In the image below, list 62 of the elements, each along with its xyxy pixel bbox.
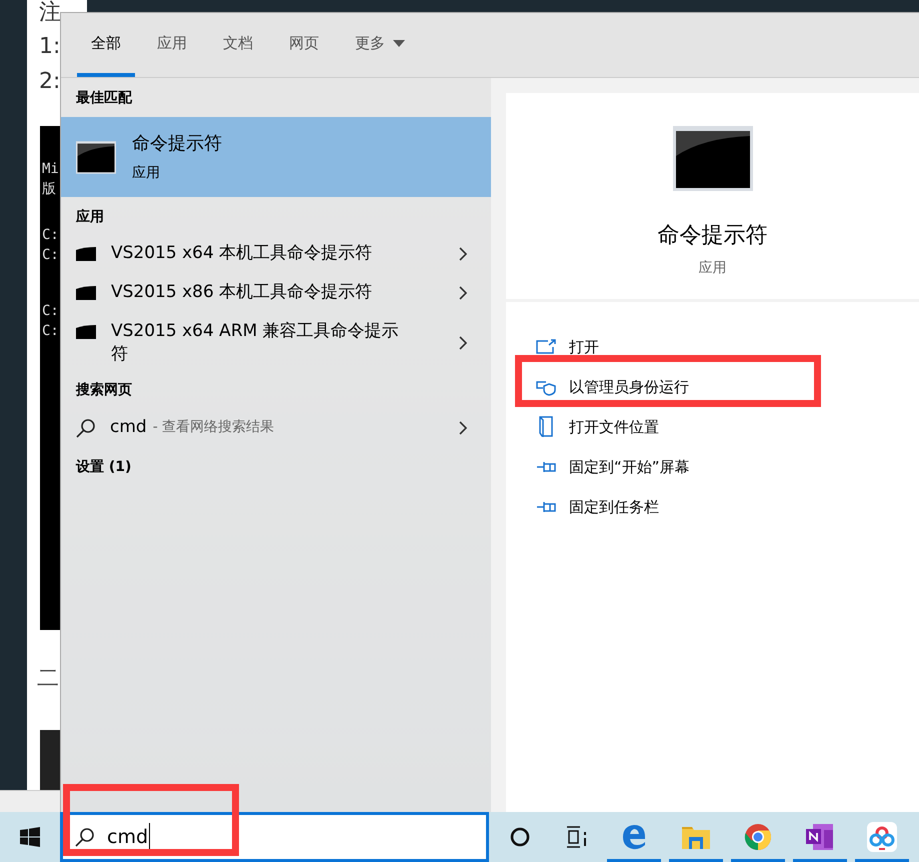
document-heading: 二	[37, 665, 59, 693]
terminal-icon	[76, 286, 96, 300]
terminal-icon	[76, 325, 96, 339]
result-label: VS2015 x86 本机工具命令提示符	[111, 281, 374, 304]
section-heading: 最佳匹配	[75, 89, 134, 108]
console-text: C:	[41, 302, 60, 320]
item-title: 命令提示符	[132, 132, 222, 156]
action-item[interactable]: 固定到“开始”屏幕	[536, 447, 690, 487]
section-heading: 搜索网页	[74, 381, 133, 400]
section-heading: 设置 (1)	[74, 458, 132, 476]
app-result[interactable]: VS2015 x64 ARM 兼容工具命令提示符	[61, 312, 491, 374]
console-text: Mi	[41, 160, 60, 178]
chevron-icon	[459, 286, 467, 300]
web-search-result[interactable]: cmd - 查看网络搜索结果	[61, 409, 491, 446]
section-heading: 应用	[74, 208, 105, 227]
item-subtitle: 应用	[132, 164, 161, 183]
detail-title: 命令提示符	[658, 222, 768, 250]
chevron-icon	[459, 336, 467, 350]
terminal-icon	[76, 247, 96, 261]
app-result[interactable]: VS2015 x64 本机工具命令提示符	[61, 234, 491, 273]
chevron-icon	[459, 420, 467, 435]
cloud-app-icon	[867, 822, 897, 852]
filter-tab[interactable]: 应用	[143, 13, 201, 77]
document-line: 1:	[39, 33, 60, 61]
filter-tab[interactable]: 网页	[275, 13, 333, 77]
caret-icon	[393, 40, 405, 46]
console-text: C:	[41, 226, 60, 244]
action-item[interactable]: 固定到任务栏	[536, 487, 659, 527]
search-icon	[75, 827, 95, 847]
pin-icon	[536, 501, 556, 513]
search-box[interactable]: cmd	[60, 812, 489, 862]
result-label: VS2015 x64 本机工具命令提示符	[111, 242, 374, 265]
console-text: 版	[41, 180, 57, 198]
chevron-icon	[459, 246, 467, 260]
search-icon	[76, 418, 96, 438]
chrome-icon	[744, 823, 772, 851]
console-text: C:	[41, 322, 60, 340]
notebook-icon	[805, 822, 835, 852]
document-heading: 注	[39, 0, 61, 27]
console-text: C:	[41, 246, 60, 264]
filter-tab[interactable]: 文档	[209, 13, 267, 77]
web-query: cmd	[110, 416, 147, 439]
folder-icon	[538, 416, 554, 438]
action-item[interactable]: 以管理员身份运行	[536, 367, 689, 407]
terminal-icon	[672, 126, 752, 191]
result-label: VS2015 x64 ARM 兼容工具命令提示符	[111, 320, 400, 366]
document-line: 2:	[39, 68, 60, 96]
windows-logo-icon	[20, 827, 40, 847]
filter-tab[interactable]: 更多	[341, 13, 419, 77]
action-item[interactable]: 打开	[536, 327, 599, 367]
web-hint: - 查看网络搜索结果	[152, 418, 274, 438]
best-match-item[interactable]: 命令提示符 应用	[61, 117, 491, 197]
pin-icon	[536, 461, 556, 473]
edge-icon	[621, 823, 647, 851]
detail-subtitle: 应用	[698, 259, 726, 278]
search-text: cmd	[107, 822, 150, 852]
terminal-icon	[76, 140, 116, 174]
action-item[interactable]: 打开文件位置	[536, 407, 659, 447]
task-view-icon	[566, 826, 588, 848]
open-window-icon	[536, 339, 556, 355]
circle-icon	[510, 827, 530, 847]
app-result[interactable]: VS2015 x86 本机工具命令提示符	[61, 273, 491, 312]
